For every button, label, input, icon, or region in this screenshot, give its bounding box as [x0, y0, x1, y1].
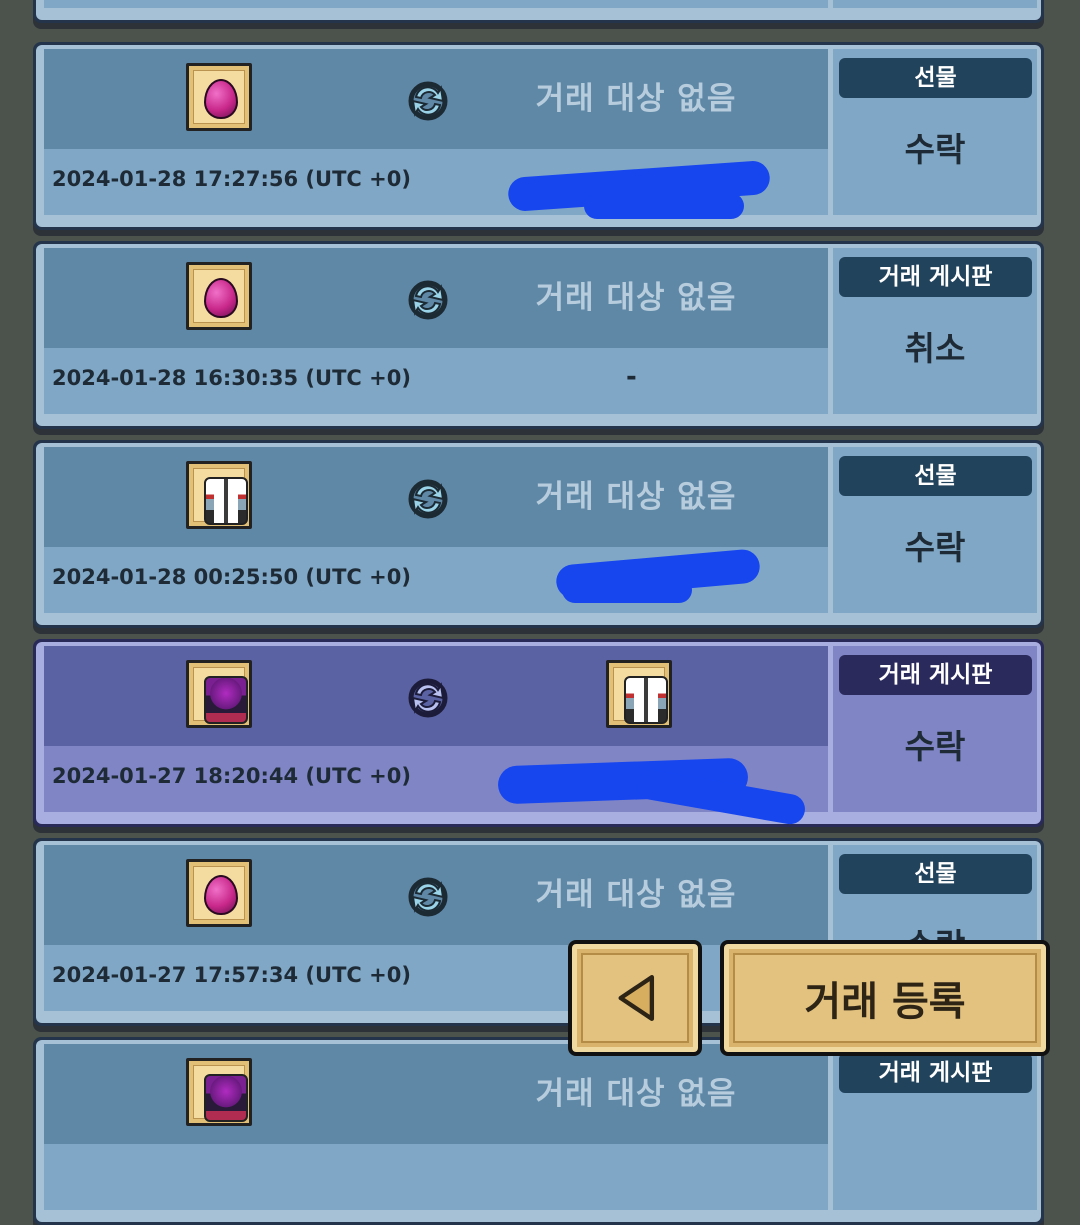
trade-type-badge: 선물	[839, 854, 1032, 894]
trade-status: 수락	[904, 130, 966, 169]
trade-timestamp: 2024-01-27 18:20:44 (UTC +0)	[52, 764, 411, 788]
trade-type-badge: 거래 게시판	[839, 257, 1032, 297]
purple-character-icon[interactable]	[186, 660, 252, 728]
trade-type-badge: 선물	[839, 58, 1032, 98]
trade-type-badge: 거래 게시판	[839, 1053, 1032, 1093]
purple-character-icon[interactable]	[186, 1058, 252, 1126]
trade-card-partial-top	[33, 0, 1044, 23]
swap-arrows-icon	[408, 678, 448, 718]
trade-status: 수락	[904, 727, 966, 766]
redaction-scribble	[584, 193, 744, 219]
pink-egg-icon[interactable]	[186, 859, 252, 927]
register-trade-button[interactable]: 거래 등록	[720, 940, 1050, 1056]
white-character-icon[interactable]	[186, 461, 252, 529]
swap-arrows-icon	[408, 280, 448, 320]
trade-partner: -	[626, 362, 637, 392]
trade-timestamp: 2024-01-28 16:30:35 (UTC +0)	[52, 366, 411, 390]
trade-type-badge: 거래 게시판	[839, 655, 1032, 695]
trade-timestamp: 2024-01-27 17:57:34 (UTC +0)	[52, 963, 411, 987]
trade-card[interactable]: 거래 대상 없음 2024-01-28 00:25:50 (UTC +0) 선물…	[33, 440, 1044, 628]
trade-card[interactable]: 거래 대상 없음 2024-01-28 16:30:35 (UTC +0) - …	[33, 241, 1044, 429]
trade-status: 취소	[904, 329, 966, 368]
trade-timestamp: 2024-01-28 17:27:56 (UTC +0)	[52, 167, 411, 191]
back-button[interactable]	[568, 940, 702, 1056]
trade-target-text: 거래 대상 없음	[535, 877, 737, 913]
trade-status: 수락	[904, 528, 966, 567]
trade-timestamp: 2024-01-28 00:25:50 (UTC +0)	[52, 565, 411, 589]
left-triangle-icon	[618, 975, 655, 1021]
pink-egg-icon[interactable]	[186, 262, 252, 330]
trade-target-text: 거래 대상 없음	[535, 479, 737, 515]
trade-target-text: 거래 대상 없음	[535, 81, 737, 117]
trade-card[interactable]: 거래 대상 없음 2024-01-28 17:27:56 (UTC +0) 선물…	[33, 42, 1044, 230]
swap-arrows-icon	[408, 81, 448, 121]
trade-card-highlighted[interactable]: 2024-01-27 18:20:44 (UTC +0) 거래 게시판 수락	[33, 639, 1044, 827]
redaction-scribble	[562, 577, 692, 603]
trade-card-bottom	[44, 1144, 828, 1210]
trade-type-badge: 선물	[839, 456, 1032, 496]
trade-card-partial-bottom[interactable]: 거래 대상 없음 거래 게시판	[33, 1037, 1044, 1225]
swap-arrows-icon	[408, 877, 448, 917]
swap-arrows-icon	[408, 479, 448, 519]
white-character-icon[interactable]	[606, 660, 672, 728]
pink-egg-icon[interactable]	[186, 63, 252, 131]
trade-target-text: 거래 대상 없음	[535, 1076, 737, 1112]
register-trade-label: 거래 등록	[804, 979, 966, 1025]
trade-target-text: 거래 대상 없음	[535, 280, 737, 316]
